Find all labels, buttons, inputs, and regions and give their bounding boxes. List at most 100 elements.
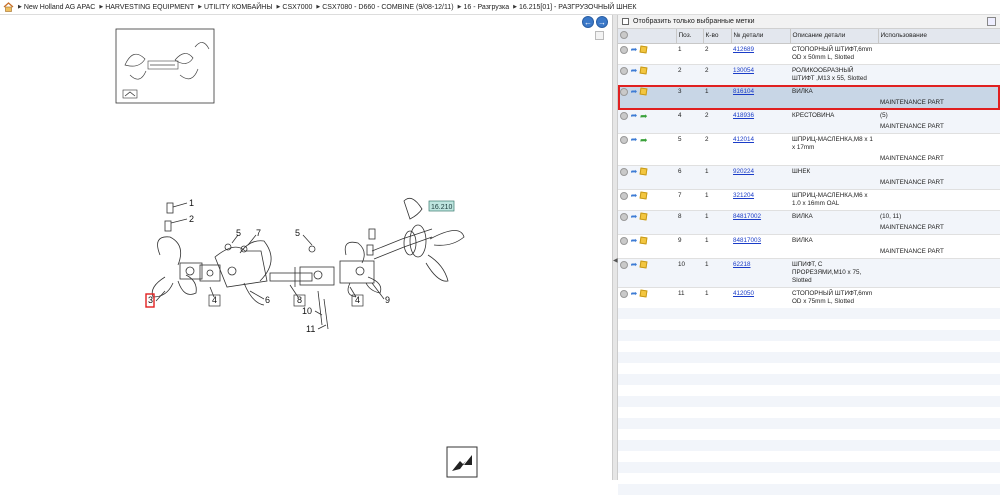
- breadcrumb-item[interactable]: HARVESTING EQUIPMENT: [99, 4, 194, 11]
- column-header[interactable]: К-во: [703, 29, 732, 44]
- table-row[interactable]: ➦ 2 2 130054 РОЛИКООБРАЗНЫЙ ШТИФТ ,M13 x 55,…: [618, 63, 1000, 85]
- callout-label[interactable]: 7: [256, 228, 261, 238]
- replacement-arrow-icon[interactable]: ➦: [640, 135, 648, 144]
- show-selected-checkbox[interactable]: [622, 18, 629, 25]
- empty-row: [618, 351, 1000, 363]
- column-header[interactable]: № детали: [731, 29, 791, 44]
- table-row[interactable]: ➦ 7 1 321204 ШПРИЦ-МАСЛЕНКА,M6 x 1.0 x 16mm …: [618, 188, 1000, 210]
- info-icon[interactable]: [620, 111, 628, 120]
- add-to-cart-icon[interactable]: ➦: [630, 236, 638, 245]
- info-icon[interactable]: [620, 167, 628, 176]
- table-row[interactable]: ➦ 11 1 412050 СТОПОРНЫЙ ШТИФТ,6mm OD x 75mm …: [618, 286, 1000, 308]
- part-number-link[interactable]: 321204: [733, 192, 754, 199]
- info-icon[interactable]: [620, 212, 628, 221]
- reference-tag[interactable]: 16.210: [428, 200, 455, 212]
- empty-row: [618, 395, 1000, 407]
- package-icon[interactable]: [639, 66, 648, 75]
- add-to-cart-icon[interactable]: ➦: [630, 167, 638, 176]
- add-to-cart-icon[interactable]: ➦: [630, 45, 638, 54]
- add-to-cart-icon[interactable]: ➦: [630, 289, 638, 298]
- replacement-arrow-icon[interactable]: ➦: [640, 111, 648, 120]
- callout-label[interactable]: 4: [212, 295, 217, 305]
- description-cell: РОЛИКООБРАЗНЫЙ ШТИФТ ,M13 x 55, Slotted: [790, 63, 878, 85]
- table-row[interactable]: ➦ 3 1 816104 ВИЛКА: [618, 84, 1000, 98]
- row-actions: ➦: [618, 84, 676, 98]
- callout-label[interactable]: 8: [297, 295, 302, 305]
- part-number-link[interactable]: 130054: [733, 67, 754, 74]
- collapse-arrow-icon[interactable]: ◀: [613, 257, 618, 264]
- add-to-cart-icon[interactable]: ➦: [630, 191, 638, 200]
- exploded-diagram[interactable]: 1 2 5 7 5 3 4 6 8 10 11 4 9 16.210: [0, 15, 600, 480]
- callout-label[interactable]: 4: [355, 295, 360, 305]
- package-icon[interactable]: [639, 87, 648, 96]
- callout-label[interactable]: 10: [302, 306, 312, 316]
- table-row[interactable]: ➦ 9 1 84817003 ВИЛКА: [618, 233, 1000, 247]
- add-to-cart-icon[interactable]: ➦: [630, 135, 638, 144]
- table-row[interactable]: ➦ 6 1 920224 ШНЕК: [618, 164, 1000, 178]
- package-icon[interactable]: [639, 260, 648, 269]
- empty-row: [618, 329, 1000, 341]
- info-icon[interactable]: [620, 45, 628, 54]
- part-number-cell: 412050: [731, 286, 790, 308]
- breadcrumb-item[interactable]: UTILITY КОМБАЙНЫ: [198, 4, 273, 11]
- package-icon[interactable]: [639, 289, 648, 298]
- part-number-link[interactable]: 920224: [733, 168, 754, 175]
- empty-row: [618, 461, 1000, 473]
- part-number-link[interactable]: 816104: [733, 88, 754, 95]
- add-to-cart-icon[interactable]: ➦: [630, 111, 638, 120]
- breadcrumb-item[interactable]: CSX7000: [277, 4, 312, 11]
- part-number-cell: 62218: [731, 257, 790, 287]
- package-icon[interactable]: [639, 167, 648, 176]
- thumbnail-inset[interactable]: [115, 28, 215, 104]
- part-number-link[interactable]: 412014: [733, 136, 754, 143]
- diagram-pane: ← → 1 2 5 7 5 3 4 6 8 10 11 4 9 16.210: [0, 15, 612, 480]
- add-to-cart-icon[interactable]: ➦: [630, 87, 638, 96]
- breadcrumb-item[interactable]: 16 - Разгрузка: [458, 4, 509, 11]
- breadcrumb-item[interactable]: 16.215[01] - РАЗГРУЗОЧНЫЙ ШНЕК: [513, 4, 636, 11]
- part-number-link[interactable]: 412689: [733, 46, 754, 53]
- part-number-link[interactable]: 84817003: [733, 237, 761, 244]
- callout-label[interactable]: 5: [236, 228, 241, 238]
- home-icon[interactable]: [3, 2, 14, 12]
- callout-label[interactable]: 2: [189, 214, 194, 224]
- breadcrumb-item[interactable]: CSX7080 - D660 - COMBINE (9/08-12/11): [316, 4, 453, 11]
- info-icon[interactable]: [620, 135, 628, 144]
- part-number-link[interactable]: 412050: [733, 290, 754, 297]
- package-icon[interactable]: [639, 191, 648, 200]
- column-header[interactable]: Описание детали: [790, 29, 879, 44]
- package-icon[interactable]: [639, 236, 648, 245]
- table-row[interactable]: ➦ 10 1 62218 ШПИФТ, С ПРОРЕЗЯМИ,M10 x 75, Sl…: [618, 257, 1000, 287]
- table-row[interactable]: ➦ ➦ 4 2 418936 КРЕСТОВИНА (5): [618, 108, 1000, 122]
- table-row[interactable]: ➦ ➦ 5 2 412014 ШПРИЦ-МАСЛЕНКА,M8 x 1 x 17mm: [618, 132, 1000, 154]
- navigate-diagram-icon[interactable]: [446, 446, 478, 478]
- column-header[interactable]: Использование: [878, 29, 1000, 44]
- callout-label[interactable]: 6: [265, 295, 270, 305]
- callout-label[interactable]: 11: [306, 324, 315, 334]
- add-to-cart-icon[interactable]: ➦: [630, 260, 638, 269]
- callout-label[interactable]: 9: [385, 295, 390, 305]
- package-icon[interactable]: [639, 45, 648, 54]
- table-row[interactable]: ➦ 8 1 84817002 ВИЛКА (10, 11): [618, 209, 1000, 223]
- callout-label[interactable]: 1: [189, 198, 194, 208]
- export-icon[interactable]: [987, 17, 996, 26]
- table-row[interactable]: ➦ 1 2 412689 СТОПОРНЫЙ ШТИФТ,6mm OD x 50mm L…: [618, 42, 1000, 64]
- part-number-link[interactable]: 62218: [733, 261, 751, 268]
- info-icon[interactable]: [620, 236, 628, 245]
- info-icon[interactable]: [620, 191, 628, 200]
- position-cell: 8: [676, 209, 703, 223]
- add-to-cart-icon[interactable]: ➦: [630, 66, 638, 75]
- empty-row: [618, 307, 1000, 319]
- breadcrumb-item[interactable]: New Holland AG APAC: [18, 4, 95, 11]
- callout-label-selected[interactable]: 3: [148, 295, 153, 305]
- info-icon[interactable]: [620, 260, 628, 269]
- callout-label[interactable]: 5: [295, 228, 300, 238]
- info-icon[interactable]: [620, 87, 628, 96]
- add-to-cart-icon[interactable]: ➦: [630, 212, 638, 221]
- settings-icon[interactable]: [620, 30, 628, 39]
- package-icon[interactable]: [639, 212, 648, 221]
- column-header[interactable]: Поз.: [676, 29, 704, 44]
- info-icon[interactable]: [620, 289, 628, 298]
- part-number-link[interactable]: 84817002: [733, 213, 761, 220]
- part-number-link[interactable]: 418936: [733, 112, 754, 119]
- info-icon[interactable]: [620, 66, 628, 75]
